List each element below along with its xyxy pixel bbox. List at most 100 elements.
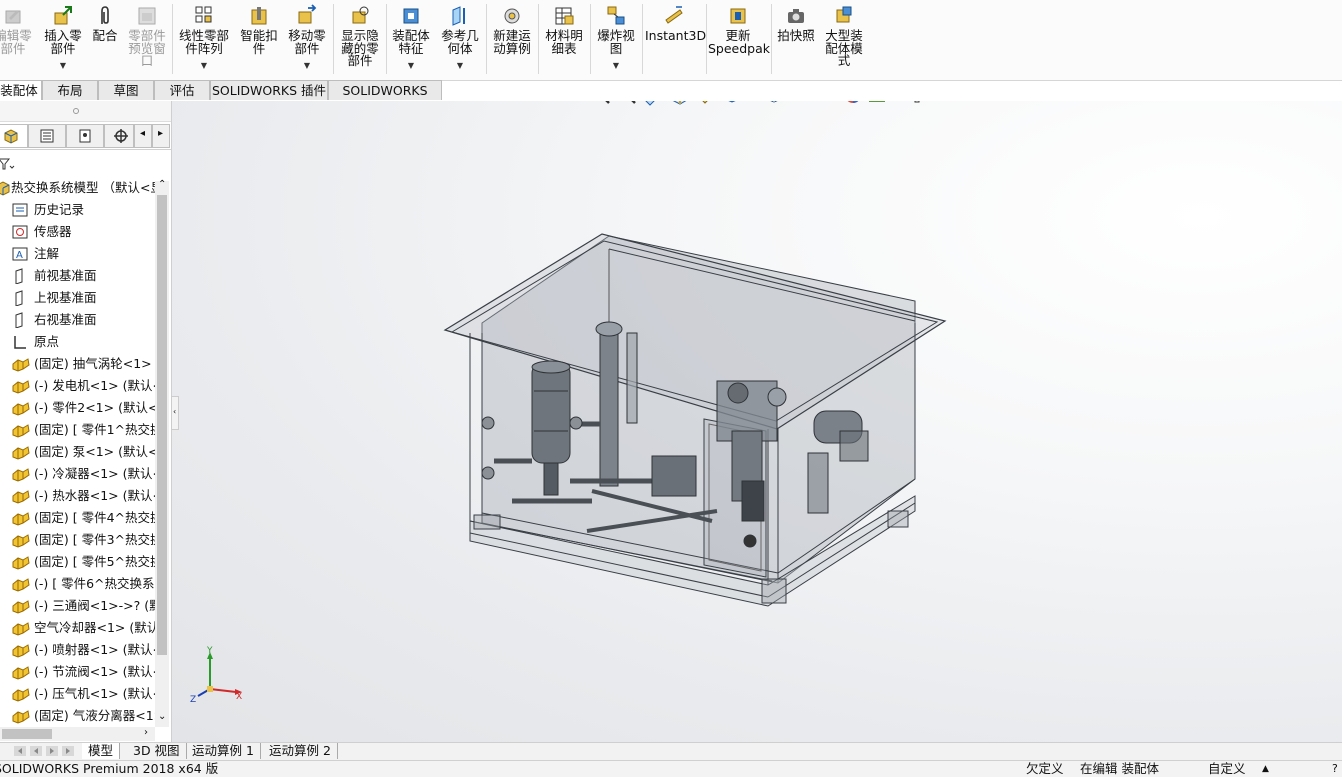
tab-scroll-left[interactable]: ◂ bbox=[134, 124, 152, 148]
tree-item[interactable]: (固定) [ 零件4^热交换 bbox=[0, 507, 155, 529]
exploded-view-button[interactable]: 爆炸视 图 ▼ bbox=[593, 2, 639, 76]
component-icon bbox=[12, 446, 30, 460]
show-hidden-components-button[interactable]: 显示隐 藏的零 部件 bbox=[336, 2, 384, 76]
tree-item[interactable]: (固定) 泵<1> (默认<< bbox=[0, 441, 155, 463]
reference-geometry-button[interactable]: 参考几 何体 ▼ bbox=[437, 2, 483, 76]
help-icon[interactable]: ? bbox=[1332, 761, 1338, 777]
large-assembly-mode-button[interactable]: 大型装 配体模 式 bbox=[821, 2, 867, 76]
previous-view-icon[interactable] bbox=[642, 101, 664, 106]
units-custom-selector[interactable]: 自定义 bbox=[1208, 761, 1246, 777]
tree-item[interactable]: (-) 发电机<1> (默认<< bbox=[0, 375, 155, 397]
tree-root-assembly[interactable]: 热交换系统模型 （默认<显示 bbox=[0, 177, 155, 199]
tab-layout[interactable]: 布局 bbox=[42, 80, 98, 100]
tree-vertical-scrollbar[interactable]: ⌃ ⌄ bbox=[155, 179, 169, 727]
tree-item[interactable]: (-) 热水器<1> (默认< bbox=[0, 485, 155, 507]
move-component-button[interactable]: 移动零 部件 ▼ bbox=[284, 2, 330, 76]
tree-horizontal-scrollbar[interactable]: › bbox=[0, 727, 155, 741]
triad-y-label: Y bbox=[206, 646, 213, 656]
tree-item-label: (-) 节流阀<1> (默认< bbox=[34, 664, 155, 679]
tree-item[interactable]: (-) 喷射器<1> (默认< bbox=[0, 639, 155, 661]
tree-item[interactable]: A 注解 bbox=[0, 243, 155, 265]
configuration-manager-tab[interactable] bbox=[66, 124, 104, 148]
scroll-down-arrow-icon[interactable]: ⌄ bbox=[158, 711, 166, 722]
component-preview-window-button[interactable]: 零部件 预览窗 口 bbox=[124, 2, 170, 76]
tab-3d-view[interactable]: 3D 视图 bbox=[127, 743, 187, 759]
tree-item[interactable]: (固定) 气液分离器<1> bbox=[0, 705, 155, 727]
insert-component-button[interactable]: 插入零 部件 ▼ bbox=[40, 2, 86, 76]
dynamic-annotation-views-icon[interactable] bbox=[694, 101, 716, 106]
section-view-icon[interactable] bbox=[668, 101, 690, 106]
scroll-right-icon[interactable]: › bbox=[144, 727, 148, 738]
tree-item[interactable]: 上视基准面 bbox=[0, 287, 155, 309]
view-orientation-icon[interactable] bbox=[720, 101, 742, 106]
tree-item[interactable]: (-) 压气机<1> (默认< bbox=[0, 683, 155, 705]
move-component-dropdown-icon[interactable]: ▼ bbox=[284, 60, 330, 73]
instant3d-button[interactable]: Instant3D bbox=[645, 2, 706, 76]
dimxpert-manager-tab[interactable] bbox=[104, 124, 134, 148]
insert-component-dropdown-icon[interactable]: ▼ bbox=[40, 60, 86, 73]
tree-item-label: (-) 零件2<1> (默认<< bbox=[34, 400, 155, 415]
view-settings-monitor-icon[interactable] bbox=[906, 101, 928, 106]
hscroll-thumb[interactable] bbox=[2, 729, 52, 739]
display-style-icon[interactable] bbox=[762, 101, 784, 106]
tab-motion-study-2[interactable]: 运动算例 2 bbox=[263, 743, 338, 759]
units-dropdown-icon[interactable]: ▲ bbox=[1262, 761, 1269, 777]
tab-assembly[interactable]: 装配体 bbox=[0, 80, 42, 100]
linear-component-pattern-button[interactable]: 线性零部 件阵列 ▼ bbox=[174, 2, 234, 76]
tree-item[interactable]: 原点 bbox=[0, 331, 155, 353]
apply-scene-icon[interactable] bbox=[866, 101, 888, 106]
smart-fasteners-button[interactable]: 智能扣 件 bbox=[236, 2, 282, 76]
tab-model[interactable]: 模型 bbox=[82, 743, 121, 759]
tree-item[interactable]: 空气冷却器<1> (默认< bbox=[0, 617, 155, 639]
new-motion-study-button[interactable]: 新建运 动算例 bbox=[489, 2, 535, 76]
edit-component-button[interactable]: 编辑零 部件 bbox=[0, 2, 36, 76]
assembly-features-dropdown-icon[interactable]: ▼ bbox=[388, 60, 434, 73]
update-speedpak-button[interactable]: 更新 Speedpak bbox=[708, 2, 770, 76]
hide-show-items-icon[interactable] bbox=[802, 101, 824, 106]
edit-appearance-icon[interactable] bbox=[842, 101, 864, 106]
tab-solidworks-mbd[interactable]: SOLIDWORKS MBD bbox=[328, 80, 442, 118]
exploded-view-dropdown-icon[interactable]: ▼ bbox=[593, 60, 639, 73]
tree-item-label: (固定) 气液分离器<1> bbox=[34, 708, 155, 723]
tree-item[interactable]: 传感器 bbox=[0, 221, 155, 243]
scrollbar-thumb[interactable] bbox=[157, 195, 167, 655]
tree-item[interactable]: (固定) [ 零件1^热交换 bbox=[0, 419, 155, 441]
mate-button[interactable]: 配合 bbox=[88, 2, 122, 76]
panel-collapse-handle[interactable]: ‹ bbox=[171, 396, 179, 430]
bill-of-materials-button[interactable]: 材料明 细表 bbox=[541, 2, 587, 76]
feature-manager-tab[interactable] bbox=[0, 124, 28, 148]
assembly-features-icon bbox=[403, 8, 419, 24]
component-icon bbox=[12, 556, 30, 570]
tree-item[interactable]: (固定) [ 零件3^热交换 bbox=[0, 529, 155, 551]
tree-item[interactable]: (固定) 抽气涡轮<1> (默 bbox=[0, 353, 155, 375]
tree-item[interactable]: (-) 冷凝器<1> (默认<< bbox=[0, 463, 155, 485]
component-icon bbox=[12, 578, 30, 592]
tab-navigation-buttons[interactable] bbox=[14, 745, 76, 757]
property-manager-tab[interactable] bbox=[28, 124, 66, 148]
zoom-to-area-icon[interactable] bbox=[616, 101, 638, 106]
tab-sketch[interactable]: 草图 bbox=[98, 80, 154, 100]
linear-pattern-dropdown-icon[interactable]: ▼ bbox=[174, 60, 234, 73]
tree-item[interactable]: 历史记录 bbox=[0, 199, 155, 221]
tree-item[interactable]: 右视基准面 bbox=[0, 309, 155, 331]
take-snapshot-button[interactable]: 拍快照 bbox=[773, 2, 819, 76]
tree-item[interactable]: (-) 三通阀<1>->? (默认 bbox=[0, 595, 155, 617]
tab-motion-study-1[interactable]: 运动算例 1 bbox=[186, 743, 261, 759]
assembly-3d-model[interactable] bbox=[172, 101, 1342, 742]
tree-item[interactable]: (-) 节流阀<1> (默认< bbox=[0, 661, 155, 683]
scroll-up-arrow-icon[interactable]: ⌃ bbox=[158, 179, 166, 190]
assembly-features-button[interactable]: 装配体 特征 ▼ bbox=[388, 2, 434, 76]
tree-item[interactable]: 前视基准面 bbox=[0, 265, 155, 287]
tree-filter[interactable] bbox=[0, 153, 171, 175]
zoom-to-fit-icon[interactable] bbox=[590, 101, 612, 106]
scroll-left-arrow-icon: ◂ bbox=[140, 128, 146, 139]
tree-item[interactable]: (固定) [ 零件5^热交换 bbox=[0, 551, 155, 573]
tab-solidworks-addins[interactable]: SOLIDWORKS 插件 bbox=[210, 80, 328, 100]
tab-scroll-right[interactable]: ▸ bbox=[152, 124, 170, 148]
tree-item[interactable]: (-) 零件2<1> (默认<< bbox=[0, 397, 155, 419]
graphics-area[interactable]: ▼ ▼ ▼ ▼ ▼ Y X Z bbox=[172, 101, 1342, 742]
tab-evaluate[interactable]: 评估 bbox=[154, 80, 210, 100]
tree-item[interactable]: (-) [ 零件6^热交换系统 bbox=[0, 573, 155, 595]
reference-geometry-dropdown-icon[interactable]: ▼ bbox=[437, 60, 483, 73]
panel-splitter[interactable] bbox=[0, 101, 171, 122]
